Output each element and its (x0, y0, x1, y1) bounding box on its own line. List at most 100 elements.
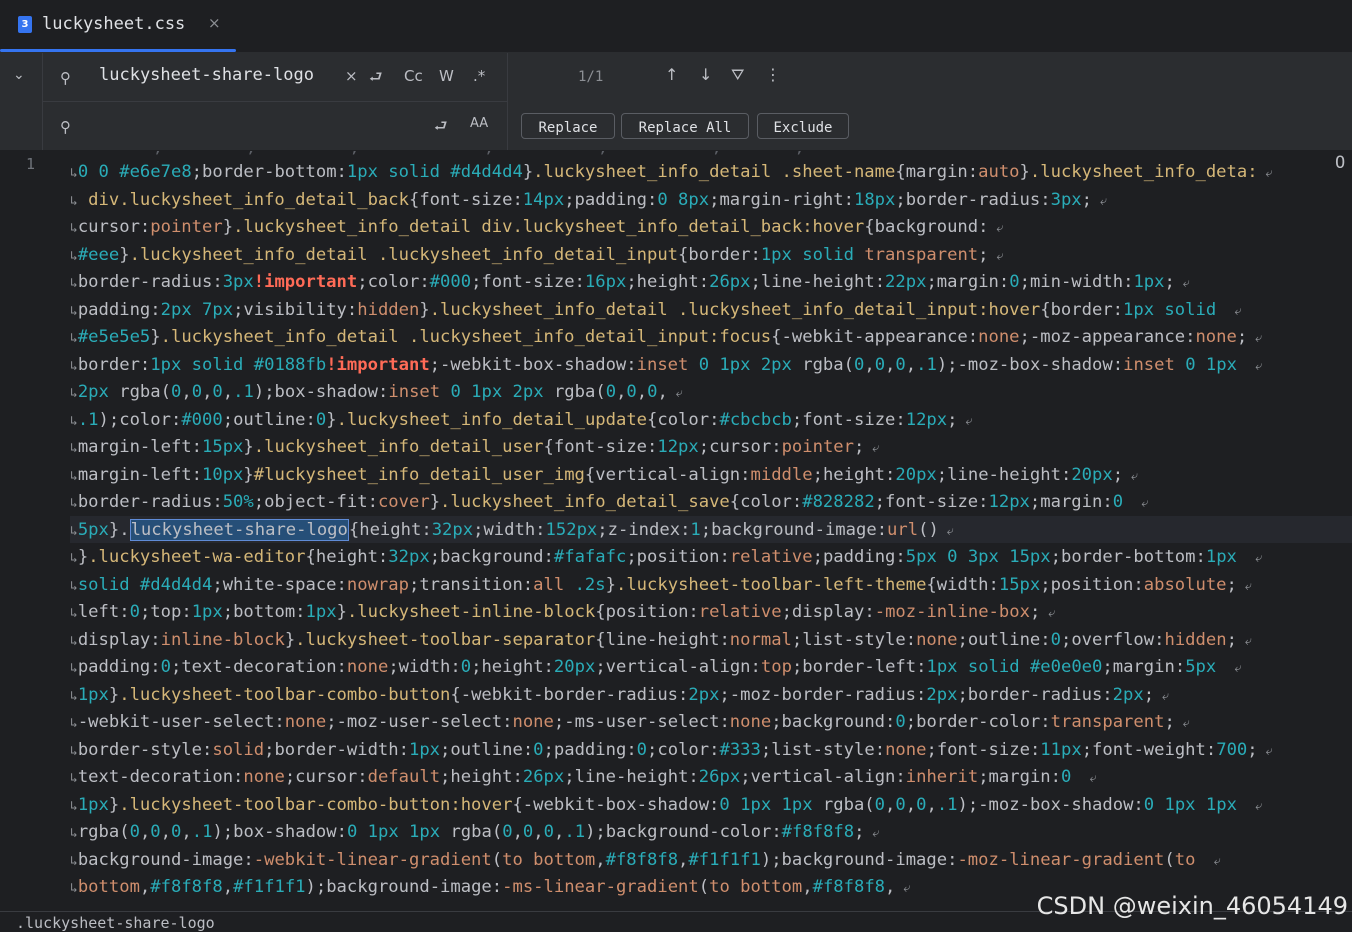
code-token: ;height: (626, 272, 710, 292)
code-token: , (181, 382, 192, 402)
code-token: , (533, 822, 544, 842)
tab-title: luckysheet.css (42, 14, 186, 34)
wrap-end-icon: ⤶ (667, 386, 683, 401)
wrap-start-icon: ↳ (70, 551, 78, 566)
code-token: #cbcbcb (719, 409, 792, 430)
code-token: #e6e7e8 (119, 162, 192, 182)
regex-toggle[interactable]: .* (473, 67, 485, 85)
wrap-start-icon: ↳ (70, 826, 78, 841)
code-token: ;border-width: (264, 739, 409, 760)
code-token: , (181, 822, 192, 842)
code-token: 0 (895, 794, 906, 815)
code-token: ; (947, 409, 958, 430)
code-token: ;margin: (1102, 657, 1186, 677)
code-token: auto (978, 162, 1020, 182)
next-match-button[interactable]: ↓ (699, 65, 712, 84)
code-token: 2px (688, 684, 720, 705)
wrap-end-icon: ⤶ (1257, 743, 1273, 759)
toggle-replace-area[interactable]: ⌄ (0, 53, 43, 150)
tab-luckysheet-css[interactable]: 3 luckysheet.css × (0, 0, 236, 52)
wrap-end-icon: ⤶ (1247, 551, 1263, 566)
more-options-icon[interactable]: ⋮ (765, 65, 781, 84)
wrap-start-icon: ↳ (70, 496, 78, 511)
replace-all-button[interactable]: Replace All (621, 113, 749, 139)
code-editor[interactable]: , ; ; ; ; ; ; O ↳0 0 #e6e7e8;border-bott… (70, 151, 1352, 911)
code-token: -webkit-user-select: (77, 712, 285, 732)
whole-words-toggle[interactable]: W (439, 67, 454, 85)
code-token: 14px (522, 189, 565, 210)
code-token: ;margin-right: (709, 189, 854, 210)
code-token: display: (77, 629, 161, 650)
code-token: ( (698, 877, 710, 897)
code-line: ↳rgba(0,0,0,.1);box-shadow:0 1px 1px rgb… (70, 819, 880, 846)
code-token: none (346, 657, 389, 677)
wrap-start-icon: ↳ (70, 633, 78, 649)
code-token: ;color: (357, 272, 430, 292)
code-token: ;line-height: (936, 464, 1072, 485)
close-icon[interactable]: × (208, 14, 221, 32)
breadcrumb-selector[interactable]: .luckysheet-share-logo (16, 914, 215, 932)
search-input[interactable]: luckysheet-share-logo (99, 65, 314, 85)
code-token: #fafafc (553, 547, 627, 567)
wrap-end-icon: ⤶ (1226, 303, 1242, 319)
code-token: 1px (305, 602, 337, 622)
code-token: ;list-style: (760, 739, 886, 760)
code-token: 0 (171, 822, 182, 842)
code-token: #828282 (802, 492, 875, 512)
wrap-end-icon: ⤶ (1247, 358, 1263, 374)
code-token: , (926, 794, 937, 815)
code-token: transparent (864, 244, 979, 265)
wrap-start-icon: ↳ (70, 881, 78, 896)
code-token: #d4d4d4 (450, 162, 523, 182)
code-token: #e5e5e5 (77, 327, 151, 347)
code-token: -webkit-linear-gradient (253, 849, 492, 870)
code-token: ; (854, 822, 865, 842)
replace-button[interactable]: Replace (521, 113, 615, 139)
previous-match-button[interactable]: ↑ (665, 65, 678, 84)
code-token: } (108, 684, 120, 705)
filter-icon[interactable]: ⛛ (731, 65, 744, 85)
code-token: ( (1164, 849, 1175, 870)
chevron-down-icon[interactable]: ⌄ (13, 67, 25, 83)
code-token: {-webkit-border-radius: (450, 684, 689, 705)
code-token: ;white-space: (212, 574, 347, 595)
clear-search-icon[interactable]: × (345, 67, 358, 85)
code-token: 3px (222, 272, 254, 292)
code-token: to bottom (502, 849, 596, 870)
match-case-toggle[interactable]: Cc (404, 67, 423, 85)
code-token: ;background: (429, 547, 554, 567)
replace-newline-icon[interactable]: ⮐ (434, 116, 448, 141)
code-token: 0 (1050, 629, 1061, 650)
code-token: ; (1236, 327, 1248, 347)
code-token: ;background: (771, 712, 896, 732)
exclude-button[interactable]: Exclude (757, 113, 849, 139)
code-token: , (905, 354, 917, 375)
preserve-case-toggle[interactable]: AA (470, 116, 488, 131)
newline-icon[interactable]: ⮐ (369, 67, 383, 92)
code-token: .luckysheet-inline-block (346, 602, 596, 622)
code-token: 1px (77, 684, 109, 705)
code-token: } (108, 794, 120, 815)
code-token: #f8f8f8 (150, 877, 223, 897)
code-line: ↳padding:2px 7px;visibility:hidden}.luck… (70, 297, 1242, 324)
code-token: 10px (202, 464, 244, 485)
code-line: ↳border-radius:3px!important;color:#000;… (70, 269, 1190, 296)
code-token: ;-moz-user-select: (326, 712, 513, 732)
search-icon[interactable]: ⚲ (60, 69, 71, 87)
code-token: ;height: (812, 464, 896, 485)
wrap-end-icon: ⤶ (1092, 193, 1108, 209)
wrap-start-icon: ↳ (70, 798, 78, 814)
code-token: border-radius: (77, 492, 223, 512)
code-token: #f8f8f8 (605, 849, 679, 870)
code-token: cursor: (77, 217, 151, 237)
code-token: ; (1164, 272, 1175, 292)
code-token: ;font-size: (471, 272, 585, 292)
replace-search-icon[interactable]: ⚲ (60, 118, 71, 136)
code-line: ↳#eee}.luckysheet_info_detail .luckyshee… (70, 242, 1004, 269)
code-token: ;text-decoration: (170, 657, 347, 677)
code-token: !important (253, 272, 358, 292)
code-token: solid (212, 739, 265, 760)
code-token: rgba( (119, 382, 171, 402)
code-token: ;-ms-user-select: (553, 712, 730, 732)
code-token: ;-webkit-box-shadow: (429, 354, 637, 375)
